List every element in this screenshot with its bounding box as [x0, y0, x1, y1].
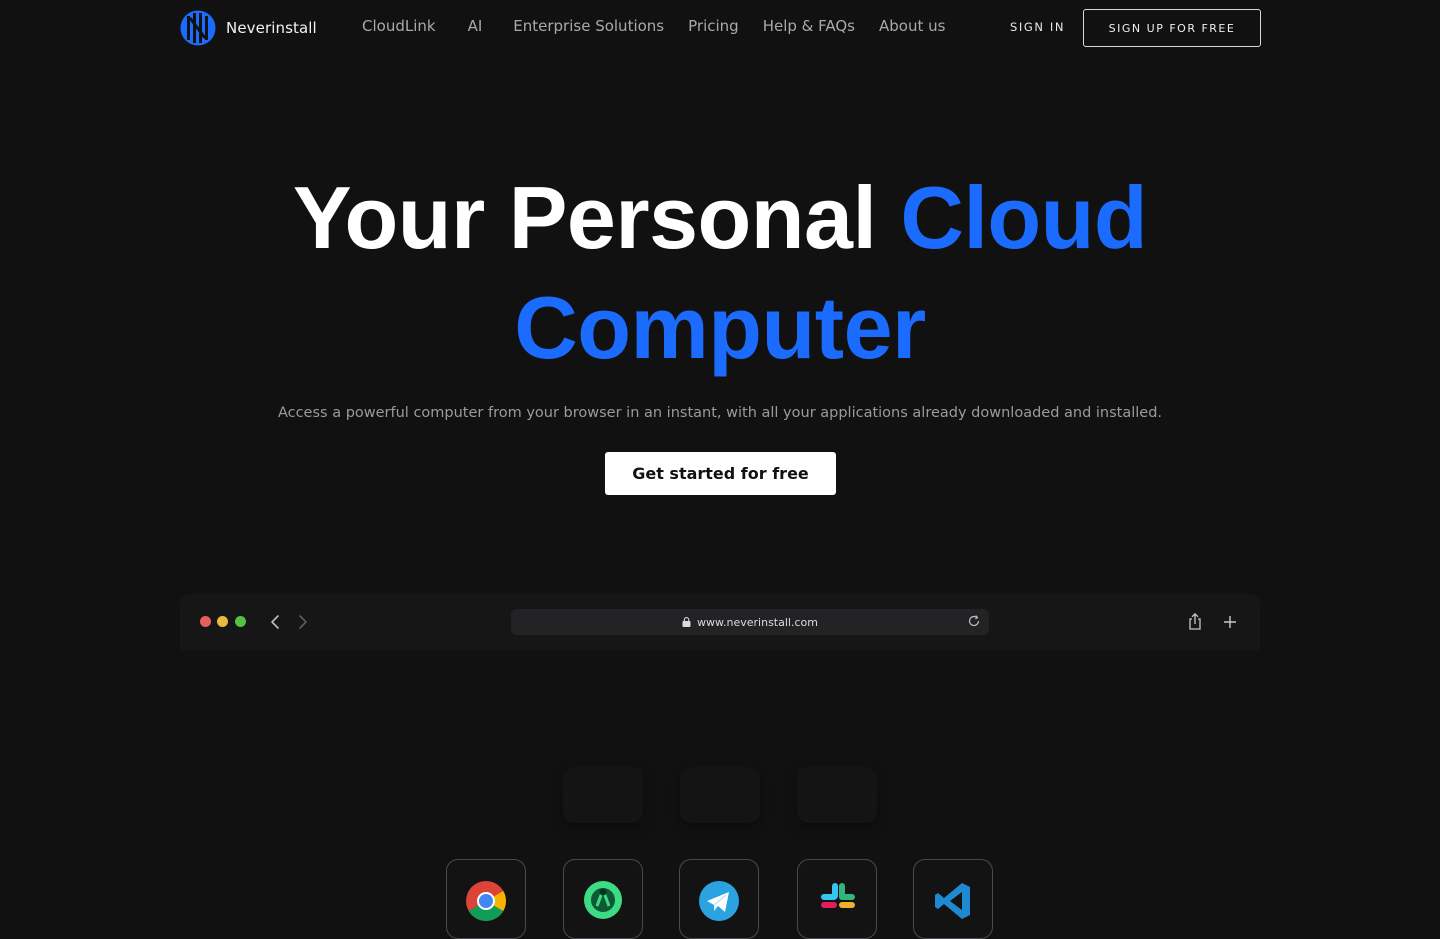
- hero-subtitle: Access a powerful computer from your bro…: [277, 405, 1163, 421]
- window-maximize-dot: [235, 616, 246, 627]
- nav-link-cloudlink[interactable]: CloudLink: [362, 17, 436, 35]
- lock-icon: [682, 617, 691, 627]
- window-close-dot: [200, 616, 211, 627]
- app-tile-slack[interactable]: [797, 859, 877, 939]
- address-bar[interactable]: www.neverinstall.com: [511, 609, 989, 635]
- sign-up-button[interactable]: SIGN UP FOR FREE: [1083, 9, 1261, 47]
- app-tile-placeholder: [797, 767, 877, 823]
- brand-name: Neverinstall: [226, 19, 317, 37]
- neverinstall-logo-icon: [180, 10, 216, 46]
- main-nav: CloudLink AI Enterprise Solutions Pricin…: [362, 17, 945, 35]
- nav-link-ai[interactable]: AI: [468, 17, 483, 35]
- app-tile-chrome[interactable]: [446, 859, 526, 939]
- back-arrow-icon[interactable]: [267, 613, 283, 631]
- telegram-icon: [699, 881, 739, 921]
- hero-title: Your Personal Cloud Computer: [0, 163, 1440, 383]
- hero-title-white: Your Personal: [292, 168, 901, 267]
- get-started-button[interactable]: Get started for free: [605, 452, 836, 495]
- new-tab-plus-icon[interactable]: [1223, 615, 1237, 629]
- nav-link-about-us[interactable]: About us: [879, 17, 945, 35]
- forward-arrow-icon[interactable]: [295, 613, 311, 631]
- reload-icon[interactable]: [967, 614, 981, 628]
- hero-title-blue-computer: Computer: [514, 278, 926, 377]
- app-tile-android-studio[interactable]: [563, 859, 643, 939]
- site-header: Neverinstall CloudLink AI Enterprise Sol…: [0, 0, 1440, 56]
- app-tile-placeholder: [680, 767, 760, 823]
- nav-link-help-faqs[interactable]: Help & FAQs: [763, 17, 855, 35]
- android-studio-icon: [584, 881, 622, 919]
- brand-logo[interactable]: Neverinstall: [180, 10, 317, 46]
- app-tile-placeholder: [563, 767, 643, 823]
- nav-link-pricing[interactable]: Pricing: [688, 17, 739, 35]
- address-bar-url: www.neverinstall.com: [697, 615, 818, 629]
- chrome-icon: [466, 881, 506, 921]
- vscode-icon: [935, 883, 970, 919]
- app-tile-telegram[interactable]: [679, 859, 759, 939]
- browser-mockup-toolbar: www.neverinstall.com: [180, 594, 1260, 650]
- slack-icon: [821, 883, 855, 908]
- nav-link-enterprise-solutions[interactable]: Enterprise Solutions: [513, 17, 664, 35]
- app-tile-vscode[interactable]: [913, 859, 993, 939]
- window-minimize-dot: [217, 616, 228, 627]
- hero-title-blue-cloud: Cloud: [900, 168, 1148, 267]
- sign-in-link[interactable]: SIGN IN: [1010, 20, 1065, 34]
- share-icon[interactable]: [1187, 612, 1203, 631]
